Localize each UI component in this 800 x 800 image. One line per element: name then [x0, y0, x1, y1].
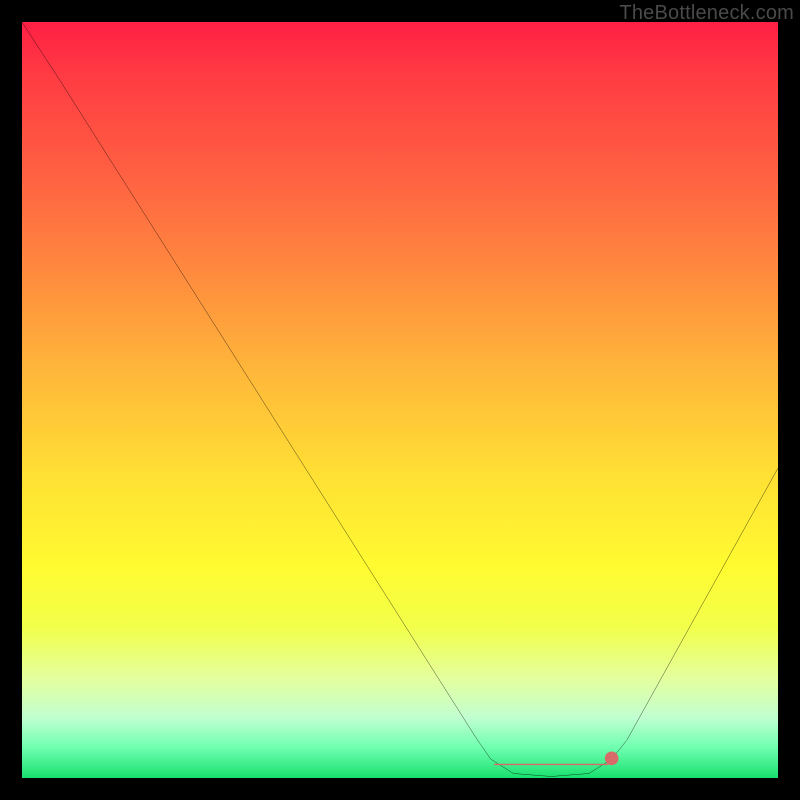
- chart-svg: [22, 22, 778, 778]
- chart-canvas: TheBottleneck.com: [0, 0, 800, 800]
- bottleneck-curve: [22, 22, 778, 776]
- plot-area: [22, 22, 778, 778]
- min-end-dot-icon: [605, 752, 619, 766]
- watermark-text: TheBottleneck.com: [619, 2, 794, 25]
